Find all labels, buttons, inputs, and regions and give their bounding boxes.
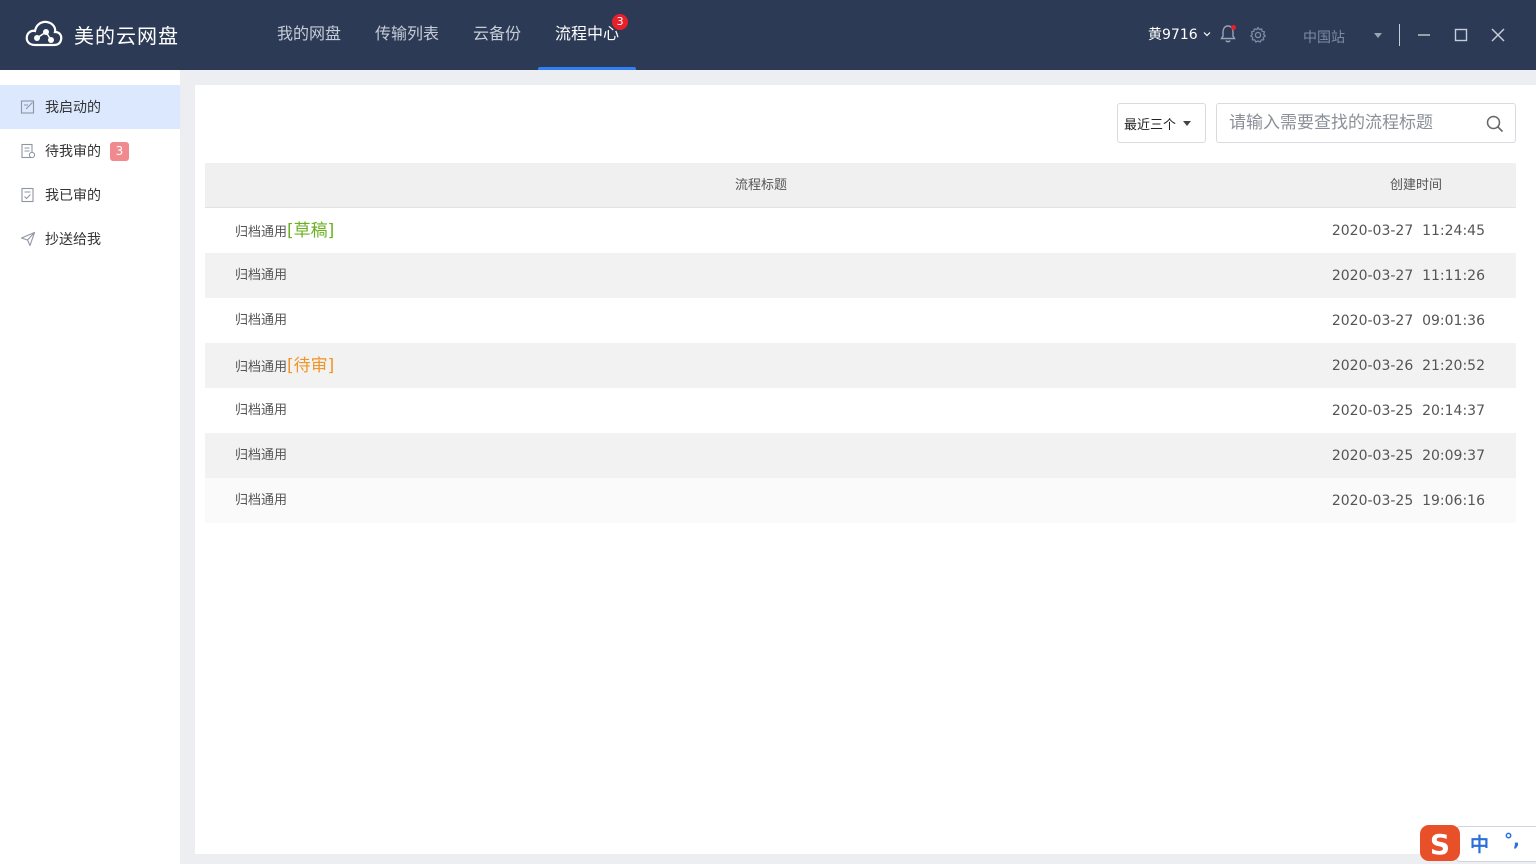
app-name: 美的云网盘 bbox=[74, 23, 179, 48]
caret-down-icon[interactable] bbox=[1374, 33, 1382, 38]
app-logo: 美的云网盘 bbox=[24, 18, 179, 50]
chevron-down-icon bbox=[1203, 32, 1211, 37]
sidebar-item-label: 我启动的 bbox=[45, 100, 101, 116]
minimize-icon[interactable] bbox=[1412, 23, 1436, 47]
ime-panel bbox=[1456, 826, 1536, 862]
user-menu[interactable]: 黄9716 bbox=[1148, 24, 1211, 44]
divider bbox=[1399, 24, 1400, 46]
table-row[interactable]: 归档通用 2020-03-25 20:14:37 bbox=[205, 388, 1516, 433]
column-header-created-time: 创建时间 bbox=[1390, 178, 1443, 193]
column-header-title: 流程标题 bbox=[735, 178, 788, 193]
sidebar-item-started-by-me[interactable]: 我启动的 bbox=[0, 85, 180, 129]
time-range-select[interactable]: 最近三个 bbox=[1117, 103, 1206, 143]
row-created-time: 2020-03-27 11:24:45 bbox=[1331, 223, 1485, 239]
row-title: 归档通用 bbox=[235, 268, 288, 283]
ime-status-bar[interactable]: S 中 °, bbox=[1418, 822, 1536, 864]
username: 黄9716 bbox=[1148, 27, 1198, 43]
table-row[interactable]: 归档通用 2020-03-25 20:09:37 bbox=[205, 433, 1516, 478]
row-title-text: 归档通用 bbox=[235, 225, 288, 240]
tab-label: 流程中心 bbox=[555, 24, 620, 43]
notification-badge: 3 bbox=[612, 14, 629, 30]
close-icon[interactable] bbox=[1486, 23, 1510, 47]
gear-icon[interactable] bbox=[1249, 26, 1267, 44]
title-bar: 美的云网盘 我的网盘 传输列表 云备份 流程中心 3 黄9716 中国站 bbox=[0, 0, 1536, 70]
search-icon[interactable] bbox=[1485, 114, 1505, 134]
row-created-time: 2020-03-25 20:14:37 bbox=[1331, 403, 1485, 419]
sidebar-item-label: 抄送给我 bbox=[45, 232, 101, 248]
cloud-logo-icon bbox=[25, 20, 63, 47]
sidebar-item-cc-to-me[interactable]: 抄送给我 bbox=[0, 217, 180, 261]
tab-label: 我的网盘 bbox=[277, 24, 342, 43]
pending-doc-icon bbox=[21, 143, 36, 159]
status-tag-draft: [草稿] bbox=[287, 221, 335, 241]
svg-text:S: S bbox=[1430, 828, 1450, 861]
maximize-icon[interactable] bbox=[1449, 23, 1473, 47]
tab-cloud-backup[interactable]: 云备份 bbox=[456, 0, 538, 70]
sidebar-item-label: 我已审的 bbox=[45, 188, 101, 204]
search-box bbox=[1216, 103, 1516, 143]
caret-down-icon bbox=[1183, 121, 1191, 126]
row-created-time: 2020-03-25 20:09:37 bbox=[1331, 448, 1485, 464]
row-created-time: 2020-03-26 21:20:52 bbox=[1331, 358, 1485, 374]
row-title: 归档通用[待审] bbox=[235, 343, 334, 391]
table-body: 归档通用[草稿] 2020-03-27 11:24:45 归档通用 2020-0… bbox=[205, 208, 1516, 523]
status-tag-pending: [待审] bbox=[287, 356, 335, 376]
ime-language: 中 bbox=[1470, 834, 1490, 856]
table-row[interactable]: 归档通用 2020-03-25 19:06:16 bbox=[205, 478, 1516, 523]
unread-dot bbox=[1231, 25, 1236, 30]
sidebar-item-label: 待我审的 bbox=[45, 144, 101, 160]
tab-label: 云备份 bbox=[473, 24, 522, 43]
ime-punctuation: °, bbox=[1504, 830, 1520, 851]
row-created-time: 2020-03-27 11:11:26 bbox=[1331, 268, 1485, 284]
site-selector[interactable]: 中国站 bbox=[1303, 27, 1345, 47]
table-row[interactable]: 归档通用 2020-03-27 09:01:36 bbox=[205, 298, 1516, 343]
table-header: 流程标题 创建时间 bbox=[205, 163, 1516, 208]
search-input[interactable] bbox=[1229, 104, 1479, 142]
tab-label: 传输列表 bbox=[375, 24, 440, 43]
row-title: 归档通用[草稿] bbox=[235, 208, 334, 256]
row-title: 归档通用 bbox=[235, 403, 288, 418]
approved-doc-icon bbox=[21, 187, 34, 203]
row-title-text: 归档通用 bbox=[235, 360, 288, 375]
workflow-list-panel: 最近三个 流程标题 创建时间 归档通用[草稿] 2020-03-27 11:24… bbox=[195, 85, 1536, 854]
pending-count-badge: 3 bbox=[110, 141, 129, 161]
row-created-time: 2020-03-25 19:06:16 bbox=[1331, 493, 1485, 509]
time-range-value: 最近三个 bbox=[1124, 118, 1177, 133]
table-row[interactable]: 归档通用[待审] 2020-03-26 21:20:52 bbox=[205, 343, 1516, 388]
row-title: 归档通用 bbox=[235, 448, 288, 463]
sidebar-item-reviewed-by-me[interactable]: 我已审的 bbox=[0, 173, 180, 217]
sidebar: 我启动的 待我审的 3 我已审的 抄送给我 bbox=[0, 70, 180, 864]
bell-icon[interactable] bbox=[1219, 24, 1237, 44]
table-row[interactable]: 归档通用[草稿] 2020-03-27 11:24:45 bbox=[205, 208, 1516, 253]
send-icon bbox=[20, 231, 36, 247]
edit-doc-icon bbox=[20, 100, 35, 114]
sogou-ime-icon: S bbox=[1420, 825, 1460, 861]
sidebar-item-pending-review[interactable]: 待我审的 3 bbox=[0, 129, 180, 173]
main-nav: 我的网盘 传输列表 云备份 流程中心 3 bbox=[260, 0, 637, 70]
row-created-time: 2020-03-27 09:01:36 bbox=[1331, 313, 1485, 329]
row-title: 归档通用 bbox=[235, 493, 288, 508]
row-title: 归档通用 bbox=[235, 313, 288, 328]
tab-transfer-list[interactable]: 传输列表 bbox=[358, 0, 456, 70]
tab-my-drive[interactable]: 我的网盘 bbox=[260, 0, 358, 70]
table-row[interactable]: 归档通用 2020-03-27 11:11:26 bbox=[205, 253, 1516, 298]
tab-workflow-center[interactable]: 流程中心 3 bbox=[538, 0, 637, 70]
